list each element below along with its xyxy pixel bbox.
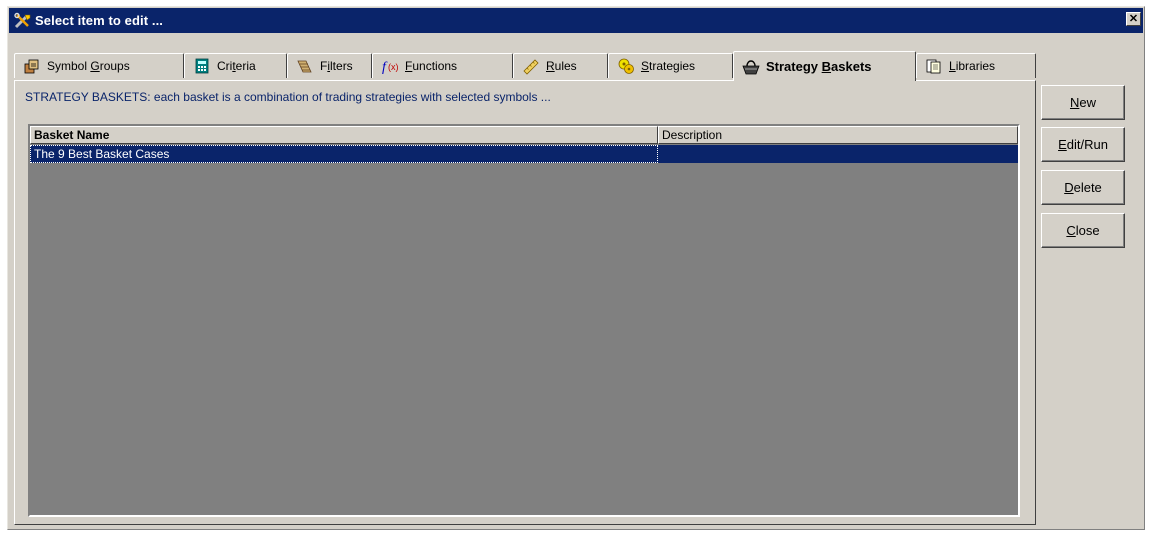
tab-functions[interactable]: f (x) Functions xyxy=(372,53,513,78)
column-header-description[interactable]: Description xyxy=(658,126,1018,144)
strategy-icon xyxy=(618,58,634,74)
tab-filters[interactable]: Filters xyxy=(287,53,372,78)
edit-run-button[interactable]: Edit/Run xyxy=(1041,127,1125,162)
close-button-label: Close xyxy=(1066,223,1100,238)
tab-functions-label: Functions xyxy=(405,59,458,73)
table-row[interactable]: The 9 Best Basket Cases xyxy=(30,145,1018,163)
library-icon xyxy=(926,59,941,74)
ruler-icon xyxy=(523,59,539,75)
tools-icon xyxy=(14,12,31,28)
tab-criteria-label: Criteria xyxy=(217,59,256,73)
tab-symbol-groups-label: Symbol Groups xyxy=(47,59,130,73)
tab-symbol-groups[interactable]: Symbol Groups xyxy=(14,53,184,78)
tab-libraries-label: Libraries xyxy=(949,59,996,73)
new-button[interactable]: New xyxy=(1041,85,1125,120)
list-header: Basket Name Description xyxy=(30,126,1018,144)
calculator-icon xyxy=(195,58,209,74)
symbol-groups-icon xyxy=(24,59,39,74)
tab-strategies[interactable]: Strategies xyxy=(608,53,733,78)
new-button-label: New xyxy=(1069,95,1096,110)
function-icon: f (x) xyxy=(382,60,399,75)
basket-name-cell: The 9 Best Basket Cases xyxy=(30,145,658,163)
tab-criteria[interactable]: Criteria xyxy=(184,53,287,78)
close-button[interactable]: Close xyxy=(1041,213,1125,248)
tab-strategy-baskets-label: Strategy Baskets xyxy=(766,59,872,74)
tab-strategies-label: Strategies xyxy=(641,59,696,73)
tab-rules-label: Rules xyxy=(546,59,577,73)
panel-description: STRATEGY BASKETS: each basket is a combi… xyxy=(25,90,551,104)
edit-run-button-label: Edit/Run xyxy=(1058,137,1108,152)
baskets-list[interactable]: Basket Name Description The 9 Best Baske… xyxy=(28,124,1020,517)
column-header-basket-name[interactable]: Basket Name xyxy=(30,126,658,144)
basket-icon xyxy=(742,59,760,74)
delete-button[interactable]: Delete xyxy=(1041,170,1125,205)
close-window-button[interactable]: ✕ xyxy=(1126,12,1141,26)
basket-description-cell xyxy=(658,145,1018,163)
tab-filters-label: Filters xyxy=(320,59,353,73)
tab-strategy-baskets[interactable]: Strategy Baskets xyxy=(733,51,916,81)
title-bar[interactable]: Select item to edit ... ✕ xyxy=(9,8,1143,33)
dialog-window: Select item to edit ... ✕ Symbol Groups … xyxy=(7,6,1145,530)
window-title: Select item to edit ... xyxy=(35,13,163,28)
tab-rules[interactable]: Rules xyxy=(513,53,608,78)
delete-button-label: Delete xyxy=(1064,180,1102,195)
filter-icon xyxy=(297,60,312,73)
svg-text:(x): (x) xyxy=(388,62,399,72)
close-icon: ✕ xyxy=(1128,12,1139,25)
tab-libraries[interactable]: Libraries xyxy=(916,53,1036,78)
